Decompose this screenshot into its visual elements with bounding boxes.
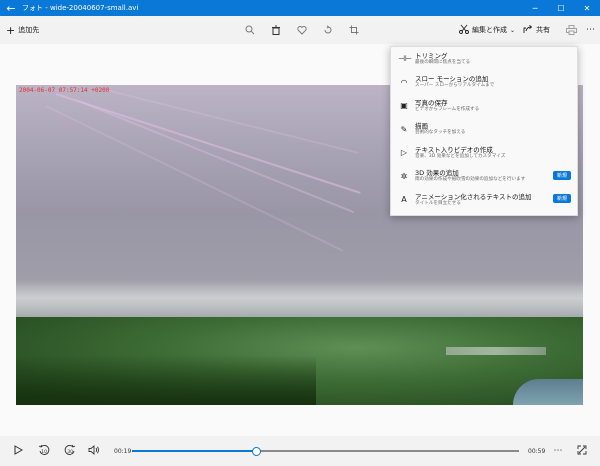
volume-button[interactable]: [84, 444, 104, 458]
menu-item-text: スロー モーションの追加 スーパー スローからリアルタイムまで: [415, 75, 494, 89]
town: [446, 347, 546, 355]
minimize-button[interactable]: ─: [522, 0, 548, 16]
menu-item-text: 写真の保存 ビデオからフレームを作成する: [415, 99, 479, 113]
menu-item-text: 3D 効果の追加 雨の効果の作成や紙吹雪の効果の追加などを行います: [415, 169, 525, 183]
video-timestamp: 2004-06-07 07:57:14 +0200: [19, 87, 110, 94]
edit-create-menu: ⊣⊢ トリミング 最後の瞬間に焦点を当てる ◠ スロー モーションの追加 スーパー スロー…: [390, 46, 578, 216]
svg-text:10: 10: [41, 449, 47, 455]
duration: 00:59: [528, 447, 546, 455]
window-title: フォト - wide-20040607-small.avi: [22, 4, 139, 12]
menu-item-draw[interactable]: ✎ 描画 芸術的なタッチを加える: [391, 118, 577, 142]
menu-item-description: 芸術的なタッチを加える: [415, 130, 466, 136]
lens-flare-streak: [55, 93, 361, 194]
menu-item-text: テキスト入りビデオの作成 音楽、3D 効果などを追加してカスタマイズ: [415, 146, 505, 160]
menu-item-save-photo[interactable]: ▣ 写真の保存 ビデオからフレームを作成する: [391, 94, 577, 118]
play-icon: [14, 444, 23, 455]
trim-icon: ⊣⊢: [398, 54, 412, 64]
crop-icon[interactable]: [348, 25, 359, 36]
menu-item-3d-effects[interactable]: ✲ 3D 効果の追加 雨の効果の作成や紙吹雪の効果の追加などを行います 新規: [391, 165, 577, 189]
menu-item-text: トリミング 最後の瞬間に焦点を当てる: [415, 52, 470, 66]
more-options-icon[interactable]: ⋯: [548, 446, 568, 456]
menu-item-description: 音楽、3D 効果などを追加してカスタマイズ: [415, 153, 506, 159]
3d-effects-icon: ✲: [400, 171, 408, 181]
seek-bar[interactable]: [132, 447, 519, 456]
close-button[interactable]: ✕: [574, 0, 600, 16]
new-badge: 新規: [552, 194, 571, 203]
seek-progress: [132, 450, 256, 452]
menu-item-title: アニメーション化されるテキストの追加: [415, 192, 532, 201]
cloud-layer: [16, 280, 583, 320]
lens-flare-streak: [45, 105, 344, 252]
image-tools: [244, 16, 359, 44]
lake: [513, 379, 583, 405]
text-video-icon: ▷: [400, 148, 408, 158]
toolbar: + 追加先 編集と作成 ⌄ 共有 ⋯: [0, 16, 600, 44]
favorite-icon[interactable]: [296, 25, 307, 36]
add-to-label: 追加先: [18, 26, 40, 34]
rewind-10-button[interactable]: 10: [34, 444, 54, 459]
menu-item-title: 写真の保存: [415, 98, 448, 107]
title-bar: ← フォト - wide-20040607-small.avi ─ ☐ ✕: [0, 0, 600, 16]
svg-text:30: 30: [67, 449, 73, 455]
forward-30-button[interactable]: 30: [60, 444, 80, 459]
menu-item-title: テキスト入りビデオの作成: [415, 145, 493, 154]
delete-icon[interactable]: [270, 25, 281, 36]
edit-create-label: 編集と作成: [471, 26, 507, 34]
rewind-10-icon: 10: [38, 444, 50, 455]
menu-item-description: スーパー スローからリアルタイムまで: [415, 83, 495, 89]
play-button[interactable]: [8, 444, 28, 458]
seek-thumb[interactable]: [251, 447, 261, 456]
plus-icon: +: [6, 23, 16, 37]
right-tools: 編集と作成 ⌄ 共有 ⋯: [459, 16, 596, 44]
current-time: 00:19: [114, 447, 132, 455]
edit-create-button[interactable]: 編集と作成 ⌄: [459, 24, 515, 36]
minimize-icon: ─: [532, 3, 538, 13]
back-arrow-icon: ←: [6, 1, 16, 15]
rotate-icon[interactable]: [322, 25, 333, 36]
more-icon[interactable]: ⋯: [585, 25, 596, 36]
close-icon: ✕: [583, 3, 591, 13]
fullscreen-icon[interactable]: [572, 445, 592, 458]
slow-motion-icon: ◠: [400, 77, 408, 87]
menu-item-slow-motion[interactable]: ◠ スロー モーションの追加 スーパー スローからリアルタイムまで: [391, 71, 577, 95]
edit-create-icon: [459, 24, 469, 36]
menu-item-text: アニメーション化されるテキストの追加 タイトルを目立たせる: [415, 193, 532, 207]
volume-icon: [88, 444, 99, 455]
menu-item-description: タイトルを目立たせる: [415, 200, 461, 206]
menu-item-title: トリミング: [415, 51, 448, 60]
share-icon: [523, 24, 533, 36]
menu-item-text: 描画 芸術的なタッチを加える: [415, 122, 465, 136]
share-label: 共有: [536, 26, 550, 34]
menu-item-text-video[interactable]: ▷ テキスト入りビデオの作成 音楽、3D 効果などを追加してカスタマイズ: [391, 141, 577, 165]
menu-item-description: 最後の瞬間に焦点を当てる: [415, 59, 471, 65]
back-button[interactable]: ←: [0, 0, 22, 16]
print-icon[interactable]: [566, 25, 577, 36]
new-badge: 新規: [552, 170, 571, 180]
menu-item-trim[interactable]: ⊣⊢ トリミング 最後の瞬間に焦点を当てる: [391, 47, 577, 71]
share-button[interactable]: 共有: [523, 24, 550, 36]
zoom-icon[interactable]: [244, 25, 255, 36]
maximize-icon: ☐: [557, 3, 565, 13]
forward-30-icon: 30: [64, 444, 76, 455]
animated-text-icon: A: [401, 195, 407, 205]
maximize-button[interactable]: ☐: [548, 0, 574, 16]
draw-icon: ✎: [400, 124, 408, 134]
add-to-button[interactable]: + 追加先: [6, 25, 39, 36]
save-photo-icon: ▣: [400, 101, 408, 111]
menu-item-animated-text[interactable]: A アニメーション化されるテキストの追加 タイトルを目立たせる 新規: [391, 188, 577, 212]
chevron-down-icon: ⌄: [509, 26, 515, 34]
menu-item-description: ビデオからフレームを作成する: [415, 106, 480, 112]
menu-item-description: 雨の効果の作成や紙吹雪の効果の追加などを行います: [415, 177, 526, 183]
trees: [16, 355, 316, 405]
